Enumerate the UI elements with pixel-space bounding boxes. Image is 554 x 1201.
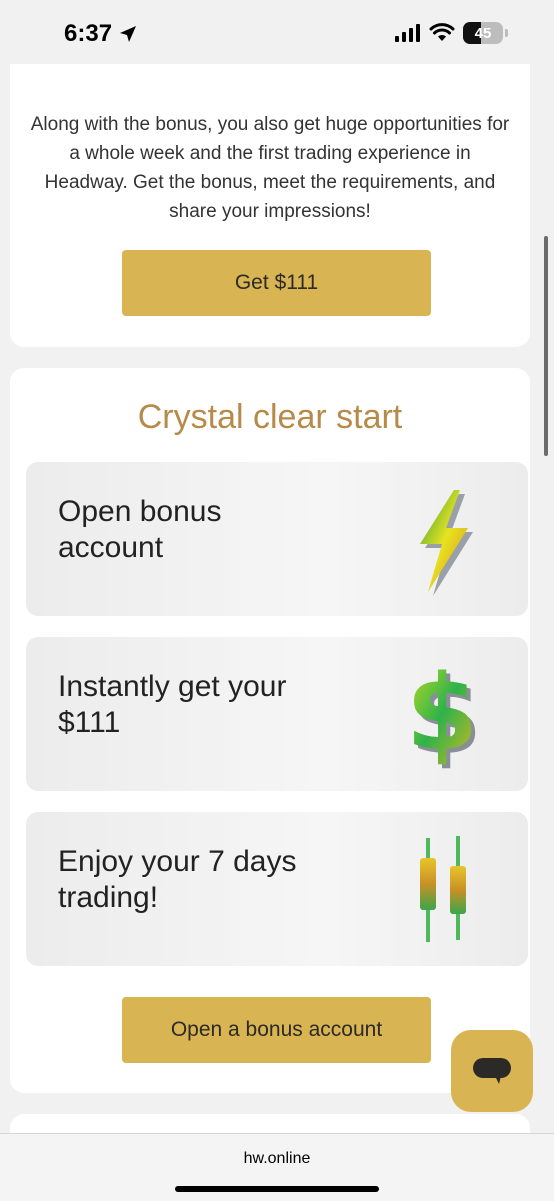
step-label: Enjoy your 7 days trading! (58, 845, 297, 914)
open-bonus-account-button[interactable]: Open a bonus account (122, 997, 431, 1063)
status-time: 6:37 (64, 20, 138, 48)
get-bonus-button[interactable]: Get $111 (122, 250, 431, 316)
status-icons: 45 (395, 22, 508, 44)
step-card-open-account: Open bonus account (26, 462, 528, 616)
time-text: 6:37 (64, 20, 113, 47)
location-arrow-icon (120, 26, 137, 42)
step-label: Instantly get your $111 (58, 670, 287, 739)
dollar-sign-icon: $ $ (406, 657, 482, 773)
bonus-card: Along with the bonus, you also get huge … (10, 64, 530, 347)
steps-card: Crystal clear start Open bonus account I… (10, 368, 530, 1093)
step-card-trading: Enjoy your 7 days trading! (26, 812, 528, 966)
svg-text:$: $ (406, 657, 478, 773)
step-card-get-bonus: Instantly get your $111 $ $ (26, 637, 528, 791)
chat-button[interactable] (451, 1030, 533, 1112)
url-text[interactable]: hw.online (0, 1150, 554, 1168)
battery-cap (505, 29, 508, 37)
section-title: Crystal clear start (137, 398, 403, 436)
bonus-description: Along with the bonus, you also get huge … (30, 114, 510, 222)
battery-level: 45 (474, 24, 492, 42)
browser-url-bar[interactable]: hw.online (0, 1133, 554, 1201)
scrollbar[interactable] (544, 236, 548, 456)
wifi-icon (429, 23, 455, 41)
home-indicator (175, 1186, 379, 1192)
step-label: Open bonus account (58, 495, 222, 564)
chat-bubble-icon (473, 1058, 511, 1084)
candlestick-icon (420, 836, 466, 942)
signal-icon (395, 24, 420, 42)
battery-icon: 45 (463, 22, 503, 44)
lightning-bolt-icon (420, 490, 473, 596)
